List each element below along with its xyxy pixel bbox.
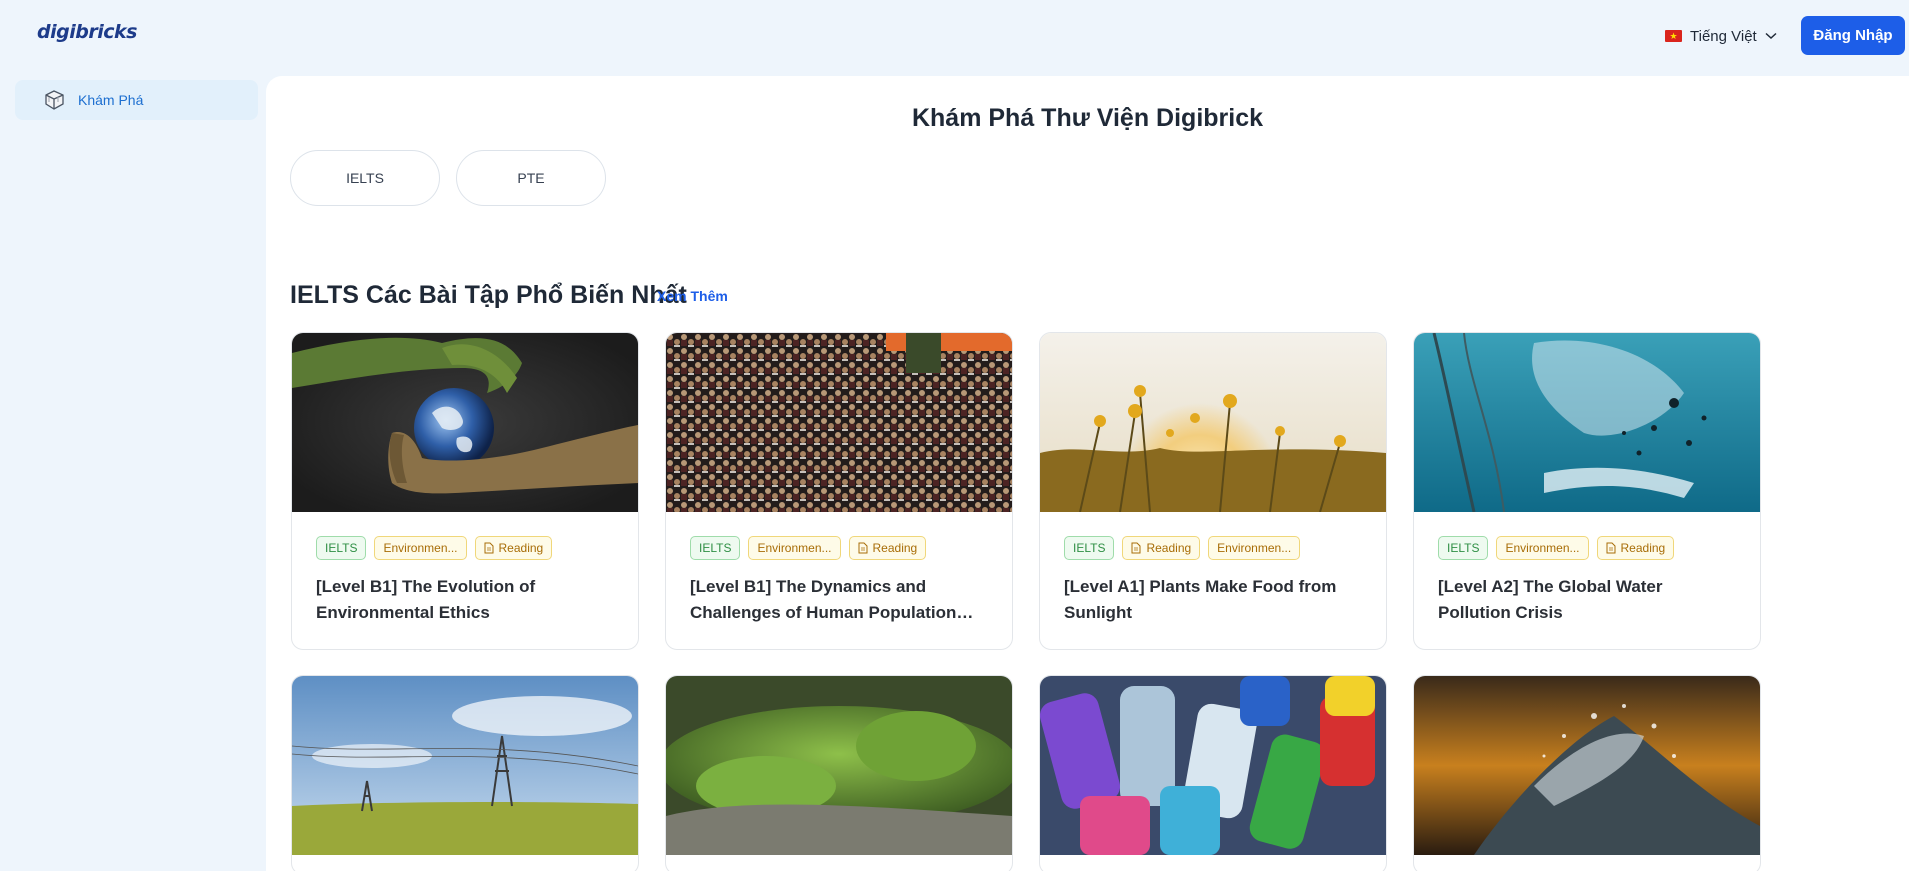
- tag-topic: Environmen...: [374, 536, 467, 560]
- see-more-link[interactable]: Xem Thêm: [657, 288, 728, 304]
- tag-skill: Reading: [474, 536, 553, 560]
- language-label: Tiếng Việt: [1690, 27, 1757, 45]
- login-button[interactable]: Đăng Nhập: [1801, 16, 1905, 55]
- language-selector[interactable]: Tiếng Việt: [1665, 25, 1777, 47]
- tag-skill: Reading: [1596, 536, 1675, 560]
- card-tags: IELTS Reading Environmen...: [1064, 536, 1301, 560]
- exercise-card[interactable]: [1039, 675, 1387, 871]
- document-icon: [1131, 542, 1141, 554]
- exercise-card[interactable]: IELTS Environmen... Reading [Level A2] T…: [1413, 332, 1761, 650]
- main-content: Khám Phá Thư Viện Digibrick IELTS PTE IE…: [266, 76, 1909, 871]
- card-title: [Level B1] The Evolution of Environmenta…: [316, 577, 536, 622]
- card-title: [Level B1] The Dynamics and Challenges o…: [690, 577, 974, 622]
- card-title: [Level A2] The Global Water Pollution Cr…: [1438, 577, 1663, 622]
- tag-topic: Environmen...: [1496, 536, 1589, 560]
- tab-pte[interactable]: PTE: [456, 150, 606, 206]
- page-title: Khám Phá Thư Viện Digibrick: [911, 104, 1264, 132]
- logo[interactable]: digibricks: [37, 21, 137, 43]
- exercise-card[interactable]: [291, 675, 639, 871]
- card-thumbnail: [666, 333, 1012, 512]
- document-icon: [484, 542, 494, 554]
- card-tags: IELTS Environmen... Reading: [1438, 536, 1675, 560]
- brick-cube-icon: [42, 89, 66, 111]
- card-thumbnail: [1414, 676, 1760, 855]
- sidebar-item-explore[interactable]: Khám Phá: [15, 80, 258, 120]
- tag-topic: Environmen...: [748, 536, 841, 560]
- tag-category: IELTS: [1064, 536, 1115, 560]
- tag-category: IELTS: [690, 536, 741, 560]
- exercise-card[interactable]: [1413, 675, 1761, 871]
- card-thumbnail: [292, 333, 638, 512]
- exercise-card[interactable]: IELTS Environmen... Reading [Level B1] T…: [291, 332, 639, 650]
- card-title: [Level A1] Plants Make Food from Sunligh…: [1064, 577, 1337, 622]
- document-icon: [858, 542, 868, 554]
- exercise-card[interactable]: IELTS Reading Environmen... [Level A1] P…: [1039, 332, 1387, 650]
- tag-skill: Reading: [848, 536, 927, 560]
- card-tags: IELTS Environmen... Reading: [316, 536, 553, 560]
- card-thumbnail: [1414, 333, 1760, 512]
- tag-topic: Environmen...: [1208, 536, 1301, 560]
- top-header: digibricks Tiếng Việt Đăng Nhập: [0, 0, 1909, 74]
- tag-category: IELTS: [316, 536, 367, 560]
- sidebar: Khám Phá: [0, 74, 265, 871]
- card-thumbnail: [1040, 676, 1386, 855]
- chevron-down-icon: [1765, 32, 1777, 40]
- tab-ielts[interactable]: IELTS: [290, 150, 440, 206]
- vietnam-flag-icon: [1665, 27, 1682, 45]
- document-icon: [1606, 542, 1616, 554]
- section-title: IELTS Các Bài Tập Phổ Biến Nhất: [290, 281, 687, 309]
- exercise-card[interactable]: IELTS Environmen... Reading [Level B1] T…: [665, 332, 1013, 650]
- card-thumbnail: [292, 676, 638, 855]
- tag-category: IELTS: [1438, 536, 1489, 560]
- exercise-card[interactable]: [665, 675, 1013, 871]
- card-tags: IELTS Environmen... Reading: [690, 536, 927, 560]
- sidebar-item-label: Khám Phá: [78, 92, 144, 108]
- tag-skill: Reading: [1122, 536, 1201, 560]
- card-thumbnail: [1040, 333, 1386, 512]
- card-thumbnail: [666, 676, 1012, 855]
